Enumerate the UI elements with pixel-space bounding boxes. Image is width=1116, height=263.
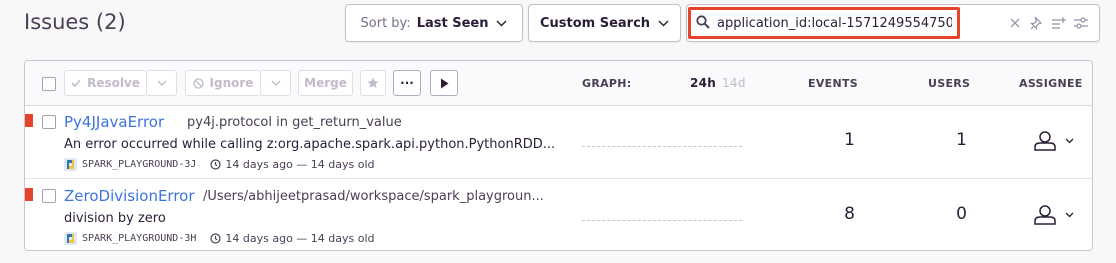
assignee-column-header: ASSIGNEE: [1019, 77, 1083, 90]
custom-search-dropdown[interactable]: Custom Search: [528, 4, 681, 42]
chevron-down-icon: [157, 80, 166, 86]
issue-checkbox[interactable]: [42, 189, 56, 203]
bookmark-button[interactable]: [360, 70, 386, 96]
issue-graph: [582, 220, 742, 221]
python-icon: [64, 158, 77, 171]
issue-events-count: 1: [844, 130, 855, 150]
events-column-header: EVENTS: [808, 77, 858, 90]
issue-location: py4j.protocol in get_return_value: [187, 115, 402, 130]
error-level-indicator: [25, 188, 33, 201]
search-input[interactable]: [717, 11, 952, 35]
custom-search-label: Custom Search: [539, 15, 651, 31]
pin-icon[interactable]: [1029, 15, 1045, 31]
issue-message: division by zero: [64, 211, 166, 226]
select-all-checkbox[interactable]: [42, 77, 56, 91]
ignore-label: Ignore: [209, 76, 254, 90]
project-short-id[interactable]: SPARK_PLAYGROUND-3H: [82, 233, 196, 244]
issue-time: 14 days ago — 14 days old: [210, 158, 375, 171]
issues-panel: Resolve Ignore Merge ... GRAPH: 24h 14d …: [24, 60, 1093, 251]
search-icon: [696, 15, 710, 33]
issue-row[interactable]: ZeroDivisionError /Users/abhijeetprasad/…: [25, 179, 1092, 250]
resolve-dropdown-button[interactable]: [146, 70, 177, 96]
issue-users-count: 0: [956, 204, 967, 224]
realtime-play-button[interactable]: [430, 70, 458, 96]
sort-label: Sort by:: [360, 15, 411, 31]
issue-location: /Users/abhijeetprasad/workspace/spark_pl…: [203, 189, 544, 204]
resolve-button[interactable]: Resolve: [64, 70, 147, 96]
users-column-header: USERS: [928, 77, 971, 90]
ignore-icon: [192, 77, 204, 89]
python-icon: [64, 232, 77, 245]
clear-icon[interactable]: [1007, 15, 1023, 31]
star-icon: [367, 77, 379, 88]
merge-button[interactable]: Merge: [298, 70, 353, 96]
issue-checkbox[interactable]: [42, 115, 56, 129]
sort-dropdown[interactable]: Sort by: Last Seen: [345, 4, 523, 42]
clock-icon: [210, 159, 221, 170]
chevron-down-icon: [271, 80, 280, 86]
issues-header: Resolve Ignore Merge ... GRAPH: 24h 14d …: [25, 61, 1092, 106]
search-bar: [686, 4, 1100, 42]
more-actions-label: ...: [400, 73, 414, 87]
graph-column-header: GRAPH:: [582, 77, 632, 90]
check-icon: [71, 79, 81, 87]
play-icon: [440, 78, 448, 88]
user-icon: [1034, 131, 1056, 151]
merge-label: Merge: [304, 76, 347, 90]
issue-title-link[interactable]: ZeroDivisionError: [64, 187, 195, 205]
chevron-down-icon: [1065, 138, 1074, 144]
project-short-id[interactable]: SPARK_PLAYGROUND-3J: [82, 159, 196, 170]
issue-meta: SPARK_PLAYGROUND-3J 14 days ago — 14 day…: [64, 158, 375, 171]
ignore-button[interactable]: Ignore: [185, 70, 261, 96]
more-actions-button[interactable]: ...: [393, 70, 421, 96]
page-title: Issues (2): [24, 10, 126, 34]
graph-range-24h[interactable]: 24h: [690, 76, 716, 90]
resolve-label: Resolve: [87, 76, 140, 90]
issue-row[interactable]: Py4JJavaError py4j.protocol in get_retur…: [25, 105, 1092, 179]
issue-time-text: 14 days ago — 14 days old: [225, 232, 375, 245]
error-level-indicator: [25, 114, 33, 127]
clock-icon: [210, 233, 221, 244]
issue-time-text: 14 days ago — 14 days old: [225, 158, 375, 171]
issue-time: 14 days ago — 14 days old: [210, 232, 375, 245]
filter-settings-icon[interactable]: [1073, 15, 1089, 31]
issue-title-link[interactable]: Py4JJavaError: [64, 113, 164, 131]
assignee-selector[interactable]: [1033, 130, 1074, 152]
assignee-selector[interactable]: [1033, 204, 1074, 226]
issue-meta: SPARK_PLAYGROUND-3H 14 days ago — 14 day…: [64, 232, 375, 245]
ignore-dropdown-button[interactable]: [260, 70, 291, 96]
chevron-down-icon: [496, 16, 507, 31]
graph-range-14d[interactable]: 14d: [722, 76, 746, 90]
user-icon: [1034, 205, 1056, 225]
chevron-down-icon: [658, 16, 669, 31]
add-to-list-icon[interactable]: [1051, 15, 1067, 31]
issue-graph: [582, 146, 742, 147]
issue-events-count: 8: [844, 204, 855, 224]
issue-message: An error occurred while calling z:org.ap…: [64, 137, 556, 152]
issue-users-count: 1: [956, 130, 967, 150]
sort-value: Last Seen: [416, 15, 489, 31]
chevron-down-icon: [1065, 212, 1074, 218]
